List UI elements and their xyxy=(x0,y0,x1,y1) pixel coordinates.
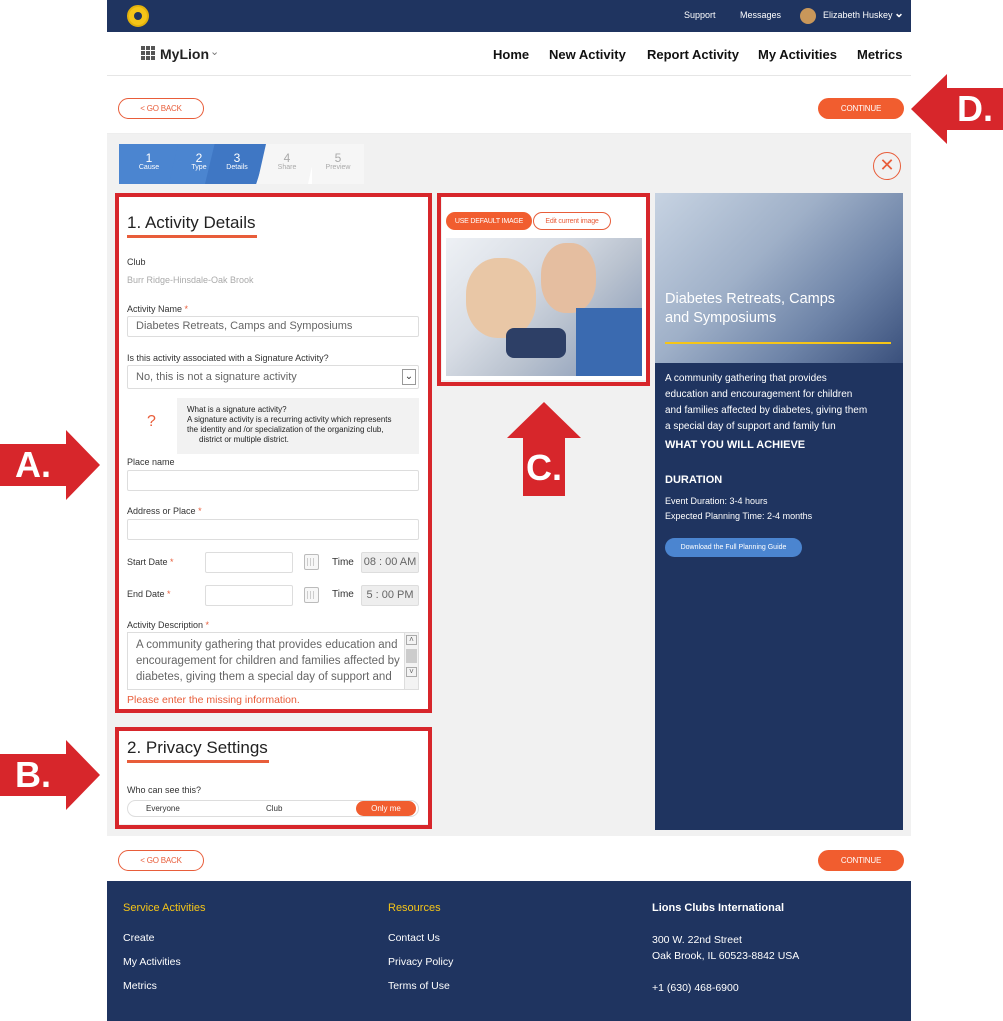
go-back-button[interactable]: < GO BACK xyxy=(118,98,204,119)
footer-my-activities-link[interactable]: My Activities xyxy=(123,956,181,968)
callout-c: C. xyxy=(507,402,581,496)
hero-desc-3: and families affected by diabetes, givin… xyxy=(665,405,868,416)
top-utility-bar: Support Messages Elizabeth Huskey ⌄ xyxy=(107,0,911,32)
messages-link[interactable]: Messages xyxy=(740,10,781,20)
step-3-number: 3 xyxy=(233,151,241,165)
site-footer: Service Activities Create My Activities … xyxy=(107,881,911,1021)
step-5[interactable]: 5 Preview xyxy=(312,144,364,184)
footer-address-2: Oak Brook, IL 60523-8842 USA xyxy=(652,950,800,962)
callout-b-label: B. xyxy=(15,754,51,795)
step-5-number: 5 xyxy=(334,151,342,165)
top-action-bar: < GO BACK CONTINUE xyxy=(107,76,911,134)
hero-event-duration: Event Duration: 3-4 hours xyxy=(665,496,768,506)
nav-new-activity[interactable]: New Activity xyxy=(549,47,626,62)
hero-image xyxy=(655,193,903,363)
callout-b: B. xyxy=(0,740,102,810)
user-avatar[interactable] xyxy=(800,8,816,24)
apps-grid-icon[interactable] xyxy=(141,46,155,60)
highlight-box-b xyxy=(115,727,432,829)
step-4-number: 4 xyxy=(283,151,291,165)
step-1-number: 1 xyxy=(145,151,153,165)
callout-a-label: A. xyxy=(15,444,51,485)
callout-a: A. xyxy=(0,430,102,500)
go-back-button-bottom[interactable]: < GO BACK xyxy=(118,850,204,871)
brand-name[interactable]: MyLion xyxy=(160,46,209,62)
footer-terms-link[interactable]: Terms of Use xyxy=(388,980,450,992)
continue-button[interactable]: CONTINUE xyxy=(818,98,904,119)
activity-info-panel: Diabetes Retreats, Camps and Symposiums A… xyxy=(655,193,903,830)
footer-org-title: Lions Clubs International xyxy=(652,902,785,914)
user-name[interactable]: Elizabeth Huskey xyxy=(823,10,893,20)
footer-address-1: 300 W. 22nd Street xyxy=(652,934,742,946)
callout-d-label: D. xyxy=(957,88,993,129)
footer-phone: +1 (630) 468-6900 xyxy=(652,982,739,994)
step-1[interactable]: 1 Cause xyxy=(119,144,179,184)
footer-create-link[interactable]: Create xyxy=(123,932,155,944)
step-2-number: 2 xyxy=(195,151,203,165)
close-icon[interactable]: ✕ xyxy=(873,152,901,180)
nav-metrics[interactable]: Metrics xyxy=(857,47,903,62)
step-4[interactable]: 4 Share xyxy=(257,144,317,184)
brand-chevron-icon[interactable]: ⌄ xyxy=(210,45,219,58)
step-1-label: Cause xyxy=(138,164,160,171)
hero-title: Diabetes Retreats, Camps and Symposiums xyxy=(665,290,835,328)
hero-desc-2: education and encouragement for children xyxy=(665,389,853,400)
hero-achieve-heading: WHAT YOU WILL ACHIEVE xyxy=(665,439,806,451)
nav-report-activity[interactable]: Report Activity xyxy=(647,47,739,62)
hero-desc-1: A community gathering that provides xyxy=(665,373,827,384)
continue-button-bottom[interactable]: CONTINUE xyxy=(818,850,904,871)
footer-contact-link[interactable]: Contact Us xyxy=(388,932,440,944)
footer-metrics-link[interactable]: Metrics xyxy=(123,980,157,992)
hero-duration-heading: DURATION xyxy=(665,474,723,486)
footer-resources-title: Resources xyxy=(388,902,441,914)
highlight-box-a xyxy=(115,193,432,713)
user-menu-chevron-icon[interactable]: ⌄ xyxy=(894,6,904,20)
hero-title-line-1: Diabetes Retreats, Camps xyxy=(665,291,836,307)
hero-title-line-2: and Symposiums xyxy=(665,310,777,326)
hero-planning-time: Expected Planning Time: 2-4 months xyxy=(665,511,813,521)
lions-logo-icon[interactable] xyxy=(127,5,149,27)
support-link[interactable]: Support xyxy=(684,10,716,20)
download-planning-guide-button[interactable]: Download the Full Planning Guide xyxy=(665,538,802,557)
step-3-label: Details xyxy=(226,164,248,171)
highlight-box-c xyxy=(437,193,650,386)
step-5-label: Preview xyxy=(325,164,351,171)
nav-my-activities[interactable]: My Activities xyxy=(758,47,837,62)
hero-desc-4: a special day of support and family fun xyxy=(665,421,836,432)
nav-home[interactable]: Home xyxy=(493,47,529,62)
callout-d: D. xyxy=(911,74,1003,144)
footer-service-title: Service Activities xyxy=(123,902,206,914)
callout-c-label: C. xyxy=(526,447,562,488)
main-navbar: MyLion ⌄ Home New Activity Report Activi… xyxy=(107,32,911,76)
step-4-label: Share xyxy=(277,164,297,171)
footer-privacy-link[interactable]: Privacy Policy xyxy=(388,956,453,968)
hero-divider xyxy=(665,342,891,344)
